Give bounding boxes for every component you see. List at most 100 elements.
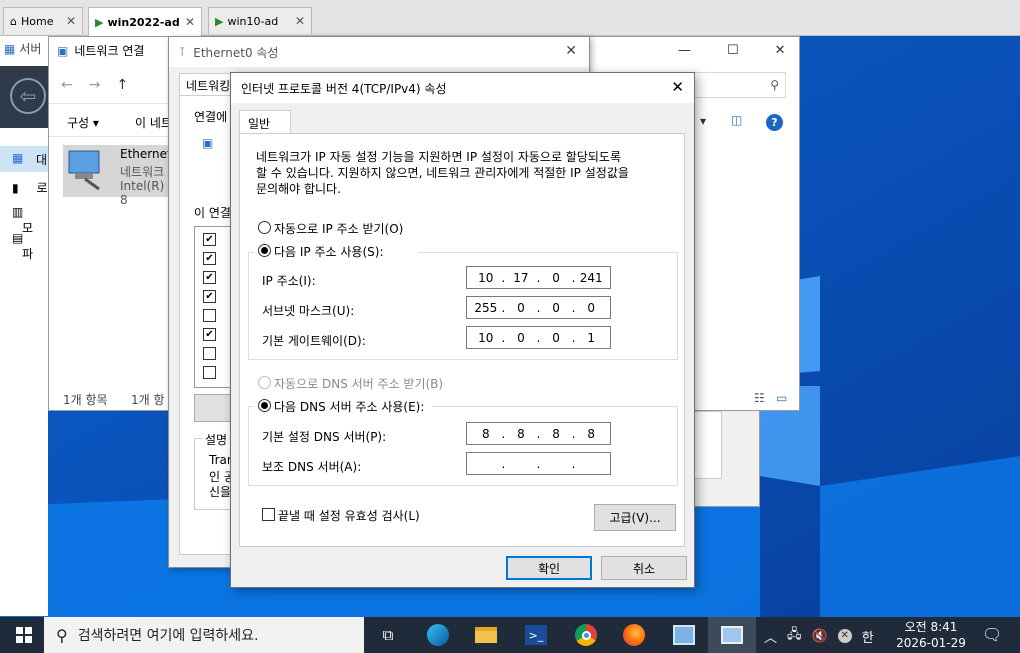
minimize-icon[interactable]: — [678, 43, 691, 58]
dialog-title: 인터넷 프로토콜 버전 4(TCP/IPv4) 속성 [241, 81, 447, 96]
chevron-up-icon[interactable]: ︿ [764, 627, 777, 646]
taskbar: ⚲ 검색하려면 여기에 입력하세요. ⧉ >_ ︿ 🖧 🔇 ✕ 한 오전 8:4… [0, 617, 1020, 653]
organize-menu[interactable]: 구성 ▾ [67, 114, 99, 131]
item-checkbox[interactable]: ✔ [203, 233, 216, 246]
close-icon[interactable]: ✕ [671, 78, 684, 96]
manual-dns-row: 다음 DNS 서버 주소 사용(E): [254, 397, 432, 415]
forward-icon[interactable]: → [89, 77, 101, 93]
maximize-icon[interactable]: ☐ [727, 43, 739, 58]
network-connections-taskbar-icon[interactable] [708, 617, 756, 653]
sidebar-item-local[interactable]: ▮ 로 [12, 179, 47, 196]
status-selected-count: 1개 항 [131, 393, 165, 407]
item-checkbox[interactable] [203, 347, 216, 360]
ip-address-field[interactable]: 10. 17. 0. 241 [466, 266, 611, 289]
manual-ip-radio[interactable] [258, 244, 271, 257]
help-icon[interactable]: ? [766, 114, 783, 131]
sidebar-item-files[interactable]: ▤ 파 [12, 231, 48, 262]
close-icon[interactable]: ✕ [295, 14, 305, 28]
subnet-mask-field[interactable]: 255. 0. 0. 0 [466, 296, 611, 319]
tab-label: 일반 [248, 117, 271, 131]
sidebar-item-dashboard[interactable]: ▦ 대 [0, 146, 48, 172]
item-checkbox[interactable]: ✔ [203, 252, 216, 265]
preview-pane-icon[interactable]: ◫ [731, 113, 742, 127]
ok-button[interactable]: 확인 [506, 556, 592, 580]
title-bar: ⊺ Ethernet0 속성 ✕ [169, 37, 589, 67]
home-icon: ⌂ [10, 14, 17, 28]
alternate-dns-label: 보조 DNS 서버(A): [262, 460, 362, 474]
item-checkbox[interactable]: ✔ [203, 328, 216, 341]
notification-icon[interactable]: 🗨 [982, 625, 1002, 644]
auto-ip-radio[interactable] [258, 221, 271, 234]
search-box[interactable]: ⚲ 검색하려면 여기에 입력하세요. [44, 617, 364, 653]
clock-time: 오전 8:41 [904, 620, 958, 634]
validate-checkbox[interactable] [262, 508, 275, 521]
tab-win10-ad[interactable]: ▶ win10-ad ✕ [208, 7, 312, 34]
tiles-view-icon[interactable]: ▭ [776, 391, 787, 405]
ip-address-label: IP 주소(I): [262, 274, 316, 288]
network-tray-icon[interactable]: 🖧 [787, 625, 802, 647]
sidebar-item-label: 로 [36, 181, 48, 195]
error-icon[interactable]: ✕ [837, 629, 852, 643]
ime-indicator[interactable]: 한 [862, 627, 874, 646]
powershell-icon[interactable]: >_ [512, 617, 560, 653]
servers-icon: ▥ [12, 205, 24, 219]
preferred-dns-field[interactable]: 8.8.8.8 [466, 422, 611, 445]
details-view-icon[interactable]: ☷ [754, 391, 765, 405]
title-bar: 인터넷 프로토콜 버전 4(TCP/IPv4) 속성 ✕ [231, 73, 694, 103]
manual-dns-label: 다음 DNS 서버 주소 사용(E): [274, 400, 425, 414]
server-manager-icon: ▦ [4, 41, 16, 56]
intro-text: 문의해야 합니다. [256, 182, 341, 196]
up-icon[interactable]: ↑ [116, 77, 128, 93]
close-icon[interactable]: ✕ [565, 43, 577, 59]
server-manager-header: ⇦ [0, 66, 48, 128]
intro-text: 네트워크가 IP 자동 설정 기능을 지원하면 IP 설정이 자동으로 할당되도… [256, 150, 622, 164]
tab-label: win10-ad [227, 14, 279, 28]
edge-icon[interactable] [414, 617, 462, 653]
adapter-item-ethernet0[interactable]: Ethernet0 네트워크 Intel(R) 8 [63, 145, 179, 207]
auto-dns-label: 자동으로 DNS 서버 주소 받기(B) [274, 377, 444, 391]
start-button[interactable] [0, 617, 48, 653]
windows-icon [16, 627, 32, 643]
volume-muted-icon[interactable]: 🔇 [812, 629, 828, 644]
item-checkbox[interactable] [203, 366, 216, 379]
task-view-icon[interactable]: ⧉ [364, 617, 412, 653]
advanced-button[interactable]: 고급(V)... [594, 504, 676, 531]
alternate-dns-field[interactable]: ... [466, 452, 611, 475]
network-folder-icon: ▣ [57, 43, 69, 58]
button-label: 확인 [537, 561, 561, 576]
chrome-icon[interactable] [562, 617, 610, 653]
adapter-network: 네트워크 [120, 165, 165, 179]
clock[interactable]: 오전 8:41 2026-01-29 [886, 619, 976, 651]
view-dropdown-icon[interactable]: ▾ [700, 114, 706, 128]
close-icon[interactable]: ✕ [66, 14, 76, 28]
server-icon: ▮ [12, 181, 19, 195]
item-checkbox[interactable]: ✔ [203, 271, 216, 284]
subnet-mask-label: 서브넷 마스크(U): [262, 304, 355, 318]
auto-dns-radio[interactable] [258, 376, 271, 389]
vm-icon: ▶ [95, 15, 104, 29]
tab-home[interactable]: ⌂ Home ✕ [3, 7, 83, 34]
tab-general[interactable]: 일반 [239, 110, 291, 134]
manual-dns-radio[interactable] [258, 399, 271, 412]
vm-tab-bar: ⌂ Home ✕ ▶ win2022-ad ✕ ▶ win10-ad ✕ [0, 0, 1020, 36]
close-icon[interactable]: ✕ [185, 15, 195, 29]
file-explorer-icon[interactable] [462, 617, 510, 653]
tab-win2022-ad[interactable]: ▶ win2022-ad ✕ [88, 7, 202, 36]
cancel-button[interactable]: 취소 [601, 556, 687, 580]
back-arrow-icon[interactable]: ⇦ [10, 78, 46, 114]
preferred-dns-label: 기본 설정 DNS 서버(P): [262, 430, 387, 444]
this-network-menu[interactable]: 이 네트 [135, 114, 172, 131]
item-checkbox[interactable]: ✔ [203, 290, 216, 303]
manual-ip-row: 다음 IP 주소 사용(S): [254, 242, 418, 260]
close-icon[interactable]: ✕ [775, 43, 786, 58]
item-checkbox[interactable] [203, 309, 216, 322]
firefox-icon[interactable] [610, 617, 658, 653]
gateway-field[interactable]: 10. 0. 0. 1 [466, 326, 611, 349]
ipv4-properties-dialog: 인터넷 프로토콜 버전 4(TCP/IPv4) 속성 ✕ 일반 네트워크가 IP… [230, 72, 695, 588]
back-icon[interactable]: ← [61, 77, 73, 93]
status-item-count: 1개 항목 [63, 393, 108, 407]
server-manager-taskbar-icon[interactable] [660, 617, 708, 653]
sidebar-item-label: 대 [36, 153, 48, 167]
dashboard-icon: ▦ [12, 151, 24, 165]
adapter-icon: ⊺ [179, 45, 186, 59]
